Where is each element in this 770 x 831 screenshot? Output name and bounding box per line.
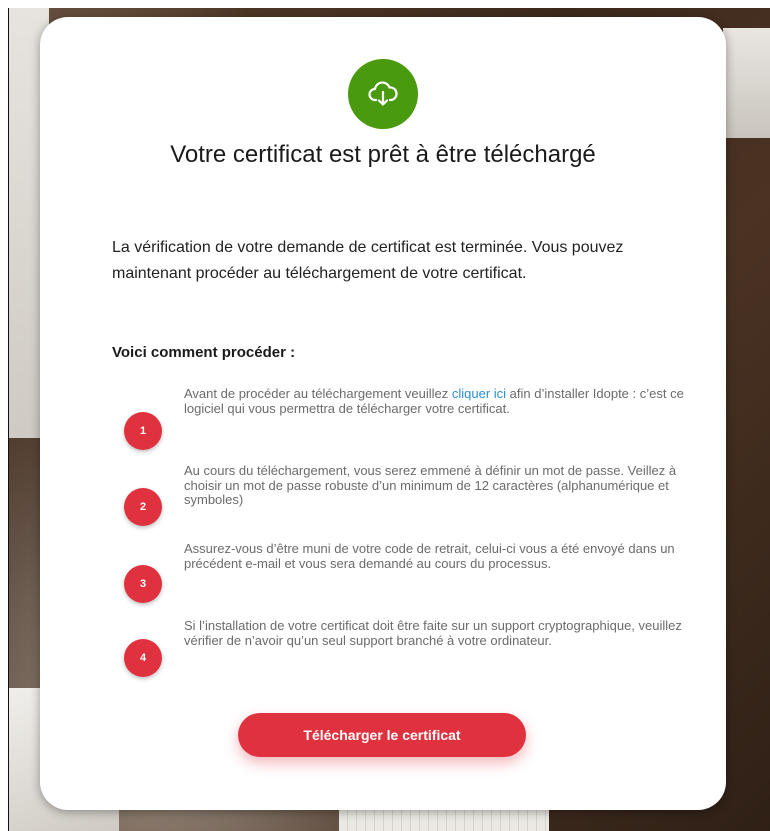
step-number-badge: 2 [124, 488, 162, 526]
step-number-badge: 1 [124, 412, 162, 450]
cloud-download-icon-glyph [368, 81, 398, 106]
download-certificate-button[interactable]: Télécharger le certificat [238, 713, 526, 757]
step-item: 2 Au cours du téléchargement, vous serez… [124, 463, 684, 534]
step-text: Si l’installation de votre certificat do… [184, 618, 682, 648]
background-paper [723, 28, 770, 138]
step-number-badge: 3 [124, 565, 162, 603]
intro-text: La vérification de votre demande de cert… [112, 239, 624, 282]
install-idopte-link[interactable]: cliquer ici [452, 386, 506, 401]
step-number-badge: 4 [124, 639, 162, 677]
instructions-heading: Voici comment procéder : [112, 344, 296, 361]
step-text: Assurez-vous d’être muni de votre code d… [184, 541, 675, 571]
step-item: 3 Assurez-vous d’être muni de votre code… [124, 541, 684, 612]
step-item: 4 Si l’installation de votre certificat … [124, 618, 684, 689]
step-item: 1 Avant de procéder au téléchargement ve… [124, 386, 684, 457]
page-title: Votre certificat est prêt à être télécha… [170, 141, 596, 168]
certificate-ready-card: Votre certificat est prêt à être télécha… [40, 17, 726, 810]
step-text: Avant de procéder au téléchargement veui… [184, 386, 684, 416]
cloud-download-icon [348, 59, 418, 129]
step-text: Au cours du téléchargement, vous serez e… [184, 463, 677, 507]
